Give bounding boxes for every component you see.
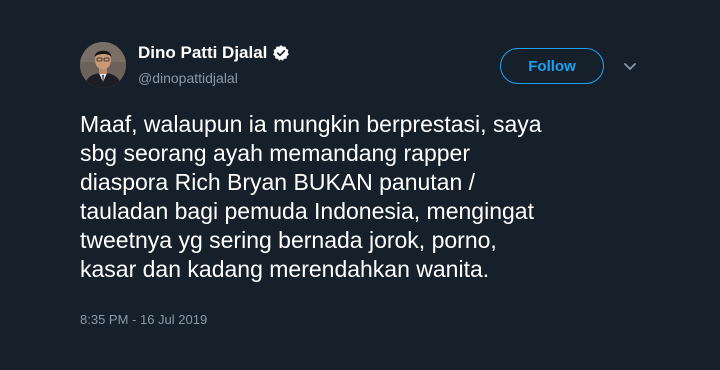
- follow-button[interactable]: Follow: [500, 48, 604, 84]
- author-name-text: Dino Patti Djalal: [138, 43, 268, 62]
- tweet-timestamp[interactable]: 8:35 PM - 16 Jul 2019: [80, 312, 207, 327]
- tweet-text: Maaf, walaupun ia mungkin berprestasi, s…: [80, 110, 660, 284]
- author-name[interactable]: Dino Patti Djalal: [138, 43, 290, 63]
- tweet-text-line: tweetnya yg sering bernada jorok, porno,: [80, 227, 497, 253]
- author-handle[interactable]: @dinopattidjalal: [138, 70, 238, 86]
- avatar-photo: [80, 42, 126, 88]
- tweet-text-line: sbg seorang ayah memandang rapper: [80, 140, 470, 166]
- tweet-text-line: kasar dan kadang merendahkan wanita.: [80, 256, 490, 282]
- avatar[interactable]: [80, 42, 126, 88]
- tweet-card: Dino Patti Djalal @dinopattidjalal Follo…: [0, 0, 720, 370]
- chevron-down-icon[interactable]: [622, 58, 638, 74]
- tweet-text-line: Maaf, walaupun ia mungkin berprestasi, s…: [80, 111, 542, 137]
- verified-badge-icon: [273, 45, 290, 61]
- tweet-text-line: tauladan bagi pemuda Indonesia, menginga…: [80, 198, 534, 224]
- tweet-text-line: diaspora Rich Bryan BUKAN panutan /: [80, 169, 476, 195]
